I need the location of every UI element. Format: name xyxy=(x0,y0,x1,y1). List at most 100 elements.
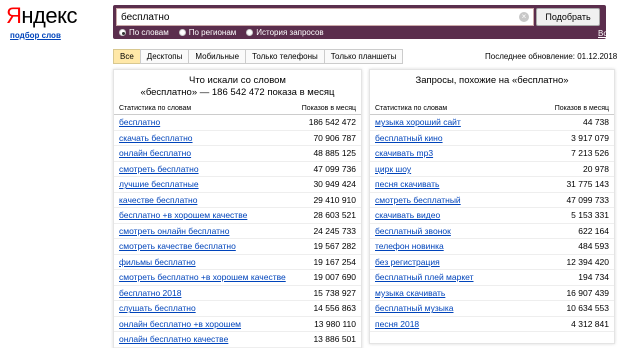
search-input[interactable]: бесплатно xyxy=(116,8,534,26)
impressions-count: 10 634 553 xyxy=(566,303,609,314)
impressions-count: 70 906 787 xyxy=(313,132,356,143)
query-link[interactable]: фильмы бесплатно xyxy=(119,257,196,267)
impressions-count: 19 007 690 xyxy=(313,272,356,283)
impressions-count: 622 164 xyxy=(578,225,609,236)
query-link[interactable]: без регистрация xyxy=(375,257,440,267)
column-header-query: Статистика по словам xyxy=(375,105,448,112)
impressions-count: 15 738 927 xyxy=(313,287,356,298)
query-link[interactable]: слушать бесплатно xyxy=(119,303,196,313)
query-link[interactable]: смотреть бесплатно xyxy=(119,164,199,174)
service-name-link[interactable]: подбор слов xyxy=(10,31,61,40)
impressions-count: 16 907 439 xyxy=(566,287,609,298)
table-row: телефон новинка 484 593 xyxy=(370,239,614,255)
radio-history[interactable]: История запросов xyxy=(246,28,324,37)
query-link[interactable]: бесплатно xyxy=(119,117,160,127)
tab-phones-only[interactable]: Только телефоны xyxy=(245,49,325,64)
radio-by-regions[interactable]: По регионам xyxy=(178,28,237,37)
tab-desktops[interactable]: Десктопы xyxy=(139,49,190,64)
table-row: без регистрация 12 394 420 xyxy=(370,255,614,270)
table-row: бесплатный музыка 10 634 553 xyxy=(370,301,614,317)
radio-label: По регионам xyxy=(188,28,237,37)
table-row: скачать бесплатно 70 906 787 xyxy=(114,131,361,146)
query-link[interactable]: музыка скачивать xyxy=(375,288,445,298)
impressions-count: 4 312 841 xyxy=(571,318,609,329)
impressions-count: 3 917 079 xyxy=(571,132,609,143)
query-link[interactable]: скачивать видео xyxy=(375,210,440,220)
query-link[interactable]: бесплатно 2018 xyxy=(119,288,181,298)
tab-all[interactable]: Все xyxy=(113,49,141,64)
logo-first-letter: Я xyxy=(6,3,22,28)
table-row: онлайн бесплатно качестве 13 886 501 xyxy=(114,332,361,348)
tab-tablets-only[interactable]: Только планшеты xyxy=(323,49,404,64)
impressions-count: 44 738 xyxy=(583,117,609,128)
device-tabs: Все Десктопы Мобильные Только телефоны Т… xyxy=(113,49,404,64)
table-row: лучшие бесплатные 30 949 424 xyxy=(114,177,361,193)
table-row: скачивать mp3 7 213 526 xyxy=(370,146,614,162)
table-row: смотреть бесплатно 47 099 736 xyxy=(114,162,361,177)
table-row: бесплатно 186 542 472 xyxy=(114,115,361,131)
impressions-count: 30 949 424 xyxy=(313,179,356,190)
query-link[interactable]: онлайн бесплатно качестве xyxy=(119,334,228,344)
impressions-count: 13 980 110 xyxy=(314,318,356,329)
query-link[interactable]: телефон новинка xyxy=(375,241,444,251)
word-stats-panel: Что искали со словом «бесплатно» — 186 5… xyxy=(113,69,362,348)
query-link[interactable]: музыка хороший сайт xyxy=(375,117,461,127)
table-row: смотреть бесплатный 47 099 733 xyxy=(370,193,614,208)
query-link[interactable]: песня 2018 xyxy=(375,319,419,329)
search-mode-radios: По словам По регионам История запросов xyxy=(119,27,324,38)
all-regions-link[interactable]: Все регионы xyxy=(598,29,624,47)
query-link[interactable]: бесплатный звонок xyxy=(375,226,451,236)
table-header: Статистика по словам Показов в месяц xyxy=(114,104,361,115)
radio-dot-selected-icon xyxy=(119,29,126,36)
query-link[interactable]: онлайн бесплатно +в хорошем xyxy=(119,319,241,329)
impressions-count: 484 593 xyxy=(578,241,609,252)
impressions-count: 29 410 910 xyxy=(313,194,356,205)
query-link[interactable]: смотреть бесплатно +в хорошем качестве xyxy=(119,272,286,282)
table-row: смотреть качестве бесплатно 19 567 282 xyxy=(114,239,361,255)
query-link[interactable]: бесплатный музыка xyxy=(375,303,454,313)
impressions-count: 48 885 125 xyxy=(313,148,356,159)
table-row: бесплатно 2018 15 738 927 xyxy=(114,286,361,301)
query-link[interactable]: цирк шоу xyxy=(375,164,411,174)
table-row: онлайн бесплатно +в хорошем 13 980 110 xyxy=(114,317,361,332)
table-row: музыка хороший сайт 44 738 xyxy=(370,115,614,131)
query-link[interactable]: бесплатный кино xyxy=(375,133,443,143)
table-row: скачивать видео 5 153 331 xyxy=(370,208,614,224)
table-row: слушать бесплатно 14 556 863 xyxy=(114,301,361,317)
query-link[interactable]: бесплатно +в хорошем качестве xyxy=(119,210,247,220)
query-link[interactable]: бесплатный плей маркет xyxy=(375,272,474,282)
query-link[interactable]: скачать бесплатно xyxy=(119,133,193,143)
panel-title-line1: Что искали со словом xyxy=(189,75,286,86)
panel-title-line2: «бесплатно» — 186 542 472 показа в месяц xyxy=(140,87,335,98)
query-link[interactable]: смотреть онлайн бесплатно xyxy=(119,226,229,236)
panel-title: Запросы, похожие на «бесплатно» xyxy=(415,75,569,86)
table-body: музыка хороший сайт 44 738 бесплатный кино… xyxy=(370,115,614,332)
impressions-count: 194 734 xyxy=(578,272,609,283)
radio-by-words[interactable]: По словам xyxy=(119,28,169,37)
table-row: бесплатный плей маркет 194 734 xyxy=(370,270,614,286)
table-row: качестве бесплатно 29 410 910 xyxy=(114,193,361,208)
impressions-count: 47 099 736 xyxy=(313,163,356,174)
impressions-count: 47 099 733 xyxy=(566,194,609,205)
yandex-logo[interactable]: Яндекс xyxy=(6,3,77,29)
query-link[interactable]: онлайн бесплатно xyxy=(119,148,191,158)
impressions-count: 24 245 733 xyxy=(313,225,356,236)
query-link[interactable]: смотреть бесплатный xyxy=(375,195,461,205)
column-header-query: Статистика по словам xyxy=(119,105,192,112)
tab-mobile[interactable]: Мобильные xyxy=(188,49,247,64)
search-button[interactable]: Подобрать xyxy=(536,8,600,26)
column-header-count: Показов в месяц xyxy=(301,105,356,112)
table-row: музыка скачивать 16 907 439 xyxy=(370,286,614,301)
search-bar: бесплатно × Подобрать По словам По регио… xyxy=(113,5,624,47)
last-update-text: Последнее обновление: 01.12.2018 xyxy=(485,52,618,61)
query-link[interactable]: песня скачивать xyxy=(375,179,439,189)
logo-rest: ндекс xyxy=(21,3,77,28)
impressions-count: 19 567 282 xyxy=(313,241,356,252)
query-link[interactable]: смотреть качестве бесплатно xyxy=(119,241,236,251)
impressions-count: 186 542 472 xyxy=(308,117,356,128)
query-link[interactable]: скачивать mp3 xyxy=(375,148,433,158)
query-link[interactable]: качестве бесплатно xyxy=(119,195,197,205)
query-link[interactable]: лучшие бесплатные xyxy=(119,179,199,189)
radio-dot-icon xyxy=(246,29,254,36)
clear-icon[interactable]: × xyxy=(519,12,529,22)
